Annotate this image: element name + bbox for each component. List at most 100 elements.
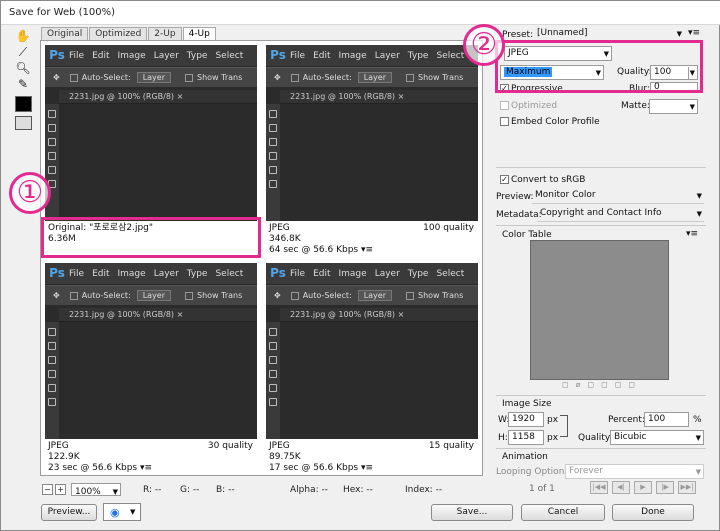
ps-menu-item: Edit (313, 268, 331, 279)
preview-pane-30-quality[interactable]: Ps File Edit Image Layer Type Select ✥ Auto-Sel… (41, 259, 257, 473)
looping-select[interactable]: Forever ▼ (565, 464, 704, 479)
tab-original[interactable]: Original (41, 27, 89, 40)
tab-2up[interactable]: 2-Up (148, 27, 182, 40)
close-icon: × (176, 310, 184, 319)
ps-menu-item: File (69, 268, 85, 279)
ps-menubar: Ps File Edit Image Layer Type Select (266, 45, 478, 66)
ps-dropdown: Layer (136, 72, 171, 83)
optimized-checkbox[interactable] (500, 101, 509, 110)
ps-checkbox (69, 73, 78, 82)
ps-label: Show Trans (197, 291, 243, 300)
embed-profile-checkbox[interactable] (500, 117, 509, 126)
toggle-slices-icon[interactable] (15, 116, 32, 130)
chevron-down-icon: ▼ (695, 434, 701, 442)
settings-menu-icon[interactable]: ▾≡ (688, 28, 700, 38)
tool-icon (48, 356, 56, 364)
play-icon[interactable]: ▶ (634, 481, 652, 494)
close-icon: × (397, 92, 405, 101)
cancel-button[interactable]: Cancel (521, 504, 605, 521)
readout-r: R: -- (143, 485, 162, 495)
pane-info: JPEG 89.75K 17 sec @ 56.6 Kbps ▾≡ 15 qualit… (266, 439, 478, 473)
status-bar: − + 100% ▼ R: -- G: -- B: -- Alpha: -- He… (40, 482, 490, 498)
divider (496, 225, 706, 226)
ps-menu-item: Select (215, 50, 244, 61)
tab-4up[interactable]: 4-Up (182, 27, 216, 41)
preview-select[interactable]: Monitor Color ▼ (532, 189, 704, 204)
pane-size: 346.8K (269, 234, 301, 244)
prev-frame-icon[interactable]: ◀| (612, 481, 630, 494)
zoom-out-button[interactable]: − (42, 484, 53, 495)
pane-speed: 64 sec @ 56.6 Kbps ▾≡ (269, 245, 374, 255)
chevron-down-icon: ▼ (695, 468, 701, 476)
tool-icon (48, 124, 56, 132)
move-tool-icon: ✥ (53, 73, 60, 82)
preview-image: Ps File Edit Image Layer Type Select ✥ Auto-Sel… (266, 263, 478, 439)
metadata-select[interactable]: Copyright and Contact Info ▼ (537, 207, 704, 222)
height-input[interactable]: 1158 (508, 430, 544, 445)
ps-menu-item: File (290, 268, 306, 279)
ps-menu-item: Layer (374, 268, 400, 279)
pane-size: 89.75K (269, 452, 301, 462)
constrain-link-icon[interactable] (560, 415, 568, 437)
ps-menu-item: Layer (153, 268, 179, 279)
width-input[interactable]: 1920 (508, 412, 544, 427)
ps-dropdown: Layer (357, 290, 392, 301)
percent-unit: % (693, 415, 702, 425)
chevron-down-icon: ▼ (696, 192, 702, 200)
tool-icon (269, 342, 277, 350)
divider (496, 448, 706, 449)
resample-quality-select[interactable]: Bicubic ▼ (610, 430, 704, 445)
readout-g: G: -- (180, 485, 200, 495)
photoshop-logo-icon: Ps (270, 48, 286, 62)
ps-menubar: Ps File Edit Image Layer Type Select (45, 263, 257, 284)
done-button[interactable]: Done (612, 504, 694, 521)
color-table (530, 240, 669, 380)
preview-label: Preview: (496, 192, 534, 202)
tool-icon (269, 110, 277, 118)
pane-size: 122.9K (48, 452, 80, 462)
settings-panel: Preset: [Unnamed] ▼ ▾≡ JPEG ▼ Maximum ▼ Qua… (463, 24, 708, 497)
save-for-web-dialog: Save for Web (100%) ✋ ⟋ 🔍︎ ✎ Original Op… (0, 0, 720, 531)
ps-doc-title: 2231.jpg @ 100% (RGB/8) (290, 92, 396, 101)
eyedropper-color-swatch[interactable] (15, 96, 32, 112)
tool-icon (269, 384, 277, 392)
metadata-value: Copyright and Contact Info (540, 208, 662, 218)
eyedropper-icon[interactable]: ✎ (12, 75, 34, 93)
convert-srgb-checkbox[interactable]: ✓ (500, 175, 509, 184)
last-frame-icon[interactable]: ▶▶| (678, 481, 696, 494)
pane-quality: 30 quality (207, 441, 253, 451)
tool-icon (48, 342, 56, 350)
move-tool-icon: ✥ (274, 73, 281, 82)
tool-icon (48, 398, 56, 406)
preset-value: [Unnamed] (537, 28, 588, 38)
ps-dropdown: Layer (357, 72, 392, 83)
pane-info: JPEG 122.9K 23 sec @ 56.6 Kbps ▾≡ 30 qualit… (45, 439, 257, 473)
readout-hex: Hex: -- (343, 485, 373, 495)
tool-icon (269, 356, 277, 364)
tool-icon (269, 166, 277, 174)
preview-pane-100-quality[interactable]: Ps File Edit Image Layer Type Select ✥ Auto-Sel… (262, 41, 478, 255)
zoom-in-button[interactable]: + (55, 484, 66, 495)
ps-label: Auto-Select: (81, 73, 131, 82)
preview-pane-15-quality[interactable]: Ps File Edit Image Layer Type Select ✥ Auto-Sel… (262, 259, 478, 473)
tab-optimized[interactable]: Optimized (89, 27, 148, 40)
zoom-select[interactable]: 100% ▼ (71, 483, 121, 497)
next-frame-icon[interactable]: |▶ (656, 481, 674, 494)
preview-button[interactable]: Preview... (41, 504, 97, 521)
ps-checkbox (406, 291, 414, 300)
ps-menu-item: Type (186, 50, 208, 61)
move-tool-icon: ✥ (274, 291, 281, 300)
percent-input[interactable]: 100 (644, 412, 689, 427)
tool-icon (269, 180, 277, 188)
first-frame-icon[interactable]: |◀◀ (590, 481, 608, 494)
chevron-down-icon: ▼ (130, 508, 136, 516)
save-button[interactable]: Save... (431, 504, 513, 521)
ps-doc-tab: 2231.jpg @ 100% (RGB/8) × (280, 308, 478, 322)
color-table-menu-icon[interactable]: ▾≡ (686, 229, 698, 239)
preview-area: Ps File Edit Image Layer Type Select ✥ Auto-Sel… (40, 40, 483, 476)
browser-preview-button[interactable]: ◉ ▼ (103, 503, 141, 521)
resample-quality-value: Bicubic (614, 432, 647, 442)
ps-doc-tab: 2231.jpg @ 100% (RGB/8) × (280, 90, 478, 104)
ps-menu-item: File (290, 50, 306, 61)
matte-select[interactable]: ▼ (649, 99, 698, 114)
